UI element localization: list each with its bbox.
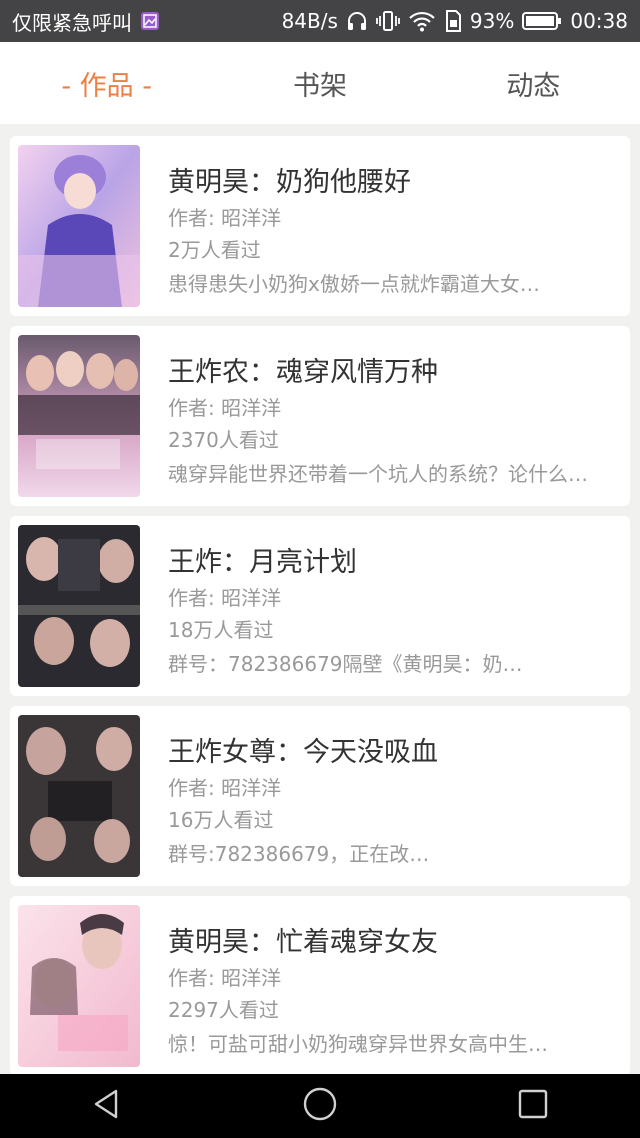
book-title[interactable]: 王炸：月亮计划 [168, 540, 357, 579]
recents-button[interactable] [493, 1074, 573, 1138]
tab-bar: - 作品 - 书架 动态 [0, 42, 640, 124]
book-cover[interactable] [18, 905, 140, 1067]
carrier-text: 仅限紧急呼叫 [12, 10, 132, 35]
gallery-icon [140, 11, 160, 31]
book-cover[interactable] [18, 335, 140, 497]
tab-activity[interactable]: 动态 [427, 64, 640, 103]
book-views: 2370人看过 [168, 428, 279, 452]
system-nav-bar [0, 1074, 640, 1138]
book-card[interactable]: 王炸女尊：今天没吸血 作者: 昭洋洋 16万人看过 群号:782386679，正… [10, 706, 630, 886]
book-desc: 患得患失小奶狗x傲娇一点就炸霸道大女… [168, 272, 540, 296]
status-right: 84B/s 93% 00:38 [282, 9, 628, 33]
back-icon [90, 1087, 124, 1125]
book-desc: 惊！可盐可甜小奶狗魂穿异世界女高中生… [168, 1032, 548, 1056]
book-cover[interactable] [18, 145, 140, 307]
home-button[interactable] [280, 1074, 360, 1138]
status-left: 仅限紧急呼叫 [12, 7, 160, 36]
book-card[interactable]: 王炸农：魂穿风情万种 作者: 昭洋洋 2370人看过 魂穿异能世界还带着一个坑人… [10, 326, 630, 506]
network-speed: 84B/s [281, 9, 338, 33]
headphones-icon [346, 10, 368, 32]
battery-icon [522, 11, 562, 31]
book-views: 18万人看过 [168, 618, 274, 642]
book-views: 16万人看过 [168, 808, 274, 832]
book-author: 作者: 昭洋洋 [168, 776, 282, 800]
book-cover[interactable] [18, 715, 140, 877]
clock: 00:38 [570, 9, 628, 33]
home-icon [302, 1086, 338, 1126]
recents-icon [517, 1088, 549, 1124]
book-title[interactable]: 黄明昊：奶狗他腰好 [168, 160, 411, 199]
book-title[interactable]: 黄明昊：忙着魂穿女友 [168, 920, 438, 959]
book-card[interactable]: 王炸：月亮计划 作者: 昭洋洋 18万人看过 群号：782386679隔壁《黄明… [10, 516, 630, 696]
vibrate-icon [376, 10, 400, 32]
book-author: 作者: 昭洋洋 [168, 586, 282, 610]
book-author: 作者: 昭洋洋 [168, 206, 282, 230]
book-card[interactable]: 黄明昊：奶狗他腰好 作者: 昭洋洋 2万人看过 患得患失小奶狗x傲娇一点就炸霸道… [10, 136, 630, 316]
book-desc: 群号：782386679隔壁《黄明昊：奶… [168, 652, 523, 676]
wifi-icon [408, 10, 436, 32]
book-title[interactable]: 王炸女尊：今天没吸血 [168, 730, 438, 769]
back-button[interactable] [67, 1074, 147, 1138]
status-bar: 仅限紧急呼叫 84B/s 93% 00:38 [0, 0, 640, 42]
book-list: 黄明昊：奶狗他腰好 作者: 昭洋洋 2万人看过 患得患失小奶狗x傲娇一点就炸霸道… [0, 124, 640, 1074]
book-title[interactable]: 王炸农：魂穿风情万种 [168, 350, 438, 389]
book-views: 2297人看过 [168, 998, 279, 1022]
tab-bookshelf[interactable]: 书架 [213, 64, 426, 103]
book-author: 作者: 昭洋洋 [168, 966, 282, 990]
book-cover[interactable] [18, 525, 140, 687]
book-author: 作者: 昭洋洋 [168, 396, 282, 420]
book-views: 2万人看过 [168, 238, 261, 262]
sim-icon [444, 10, 462, 32]
book-card[interactable]: 黄明昊：忙着魂穿女友 作者: 昭洋洋 2297人看过 惊！可盐可甜小奶狗魂穿异世… [10, 896, 630, 1074]
battery-percent: 93% [469, 9, 515, 33]
tab-works[interactable]: - 作品 - [0, 64, 213, 103]
book-desc: 魂穿异能世界还带着一个坑人的系统？论什么… [168, 462, 588, 486]
book-desc: 群号:782386679，正在改… [168, 842, 430, 866]
